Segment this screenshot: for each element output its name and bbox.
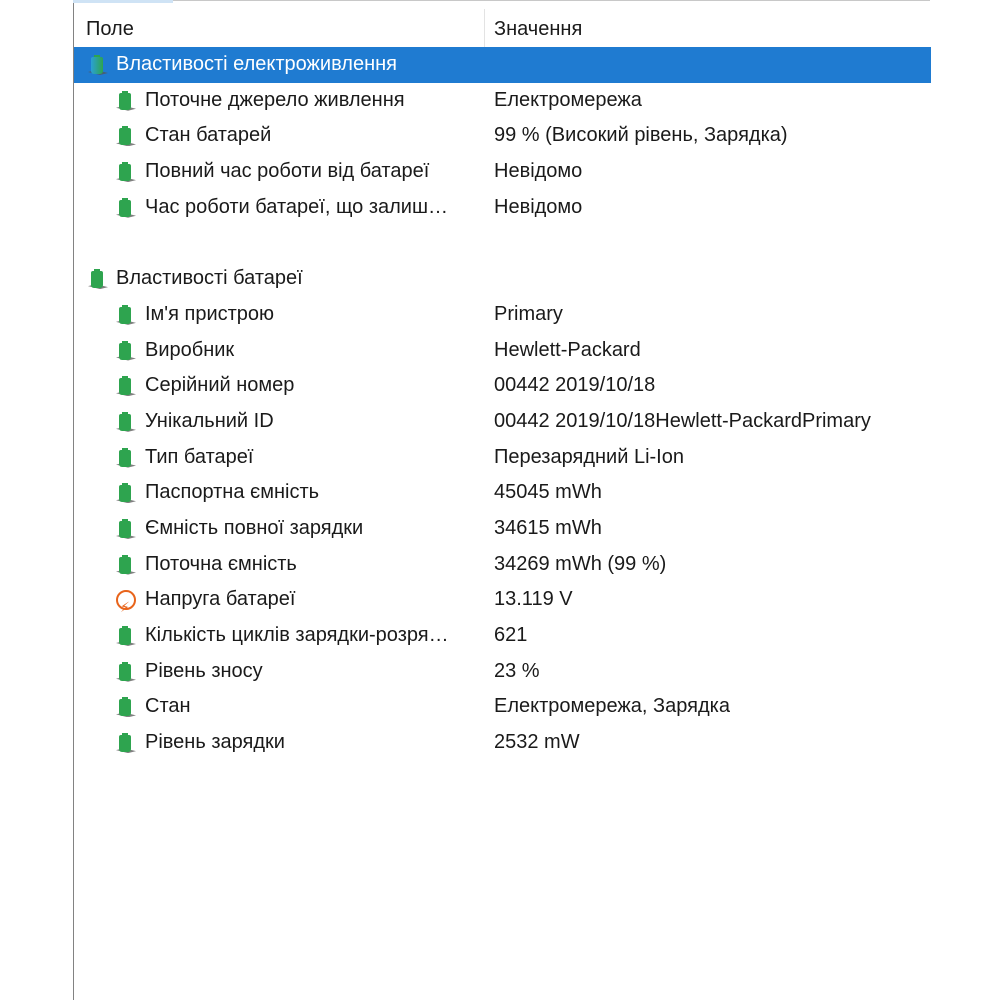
property-value: 23 %: [494, 659, 540, 682]
property-value: Невідомо: [494, 195, 583, 218]
property-value: 00442 2019/10/18: [494, 374, 656, 397]
property-value: 99 % (Високий рівень, Зарядка): [494, 124, 788, 147]
property-label: Повний час роботи від батареї: [145, 160, 430, 183]
group-row[interactable]: Властивості електроживлення: [74, 47, 931, 83]
property-row[interactable]: Повний час роботи від батареї Невідомо: [74, 154, 931, 190]
battery-icon: [116, 483, 136, 505]
property-label: Рівень зарядки: [145, 731, 285, 754]
property-row[interactable]: Рівень зносу 23 %: [74, 654, 931, 690]
battery-icon: [116, 697, 136, 719]
property-label: Ємність повної зарядки: [145, 516, 364, 539]
property-label: Час роботи батареї, що залиш…: [145, 195, 449, 218]
properties-list-view[interactable]: Поле Значення Властивості електроживленн…: [73, 3, 931, 1000]
property-row[interactable]: Унікальний ID 00442 2019/10/18Hewlett-Pac…: [74, 404, 931, 440]
property-row[interactable]: Серійний номер 00442 2019/10/18: [74, 368, 931, 404]
property-row[interactable]: Стан батарей 99 % (Високий рівень, Зарядк…: [74, 118, 931, 154]
battery-icon: [88, 55, 108, 77]
property-label: Ім'я пристрою: [145, 302, 275, 325]
property-row[interactable]: Стан Електромережа, Зарядка: [74, 689, 931, 725]
property-rows: Властивості електроживлення Поточне джере…: [74, 47, 931, 761]
property-value: 34615 mWh: [494, 516, 602, 539]
property-label: Стан батарей: [145, 124, 272, 147]
property-label: Поточна ємність: [145, 552, 297, 575]
property-row[interactable]: Час роботи батареї, що залиш… Невідомо: [74, 190, 931, 226]
property-label: Тип батареї: [145, 445, 254, 468]
battery-icon: [116, 447, 136, 470]
property-row[interactable]: Кількість циклів зарядки-розря… 621: [74, 618, 931, 654]
property-row[interactable]: Виробник Hewlett-Packard: [74, 333, 931, 369]
property-value: 621: [494, 624, 528, 646]
property-value: Перезарядний Li-Ion: [494, 445, 684, 468]
property-label: Напруга батареї: [145, 588, 296, 611]
property-row[interactable]: Напруга батареї 13.119 V: [74, 582, 931, 626]
property-label: Серійний номер: [145, 374, 295, 397]
property-value: Електромережа: [494, 88, 642, 111]
property-value: 34269 mWh (99 %): [494, 552, 667, 575]
property-value: Hewlett-Packard: [494, 338, 641, 361]
battery-icon: [88, 269, 108, 291]
property-row[interactable]: Ім'я пристрою Primary: [74, 297, 931, 333]
battery-icon: [116, 376, 136, 398]
list-header: Поле Значення: [74, 9, 931, 49]
property-label: Кількість циклів зарядки-розря…: [145, 624, 449, 646]
property-row[interactable]: Рівень зарядки 2532 mW: [74, 725, 931, 761]
property-label: Рівень зносу: [145, 659, 263, 682]
group-row[interactable]: Властивості батареї: [74, 261, 931, 297]
property-value: 00442 2019/10/18Hewlett-PackardPrimary: [494, 409, 871, 432]
battery-icon: [116, 162, 136, 184]
property-value: Primary: [494, 302, 563, 325]
battery-icon: [116, 411, 136, 434]
battery-icon: [116, 340, 136, 363]
property-value: Невідомо: [494, 160, 583, 183]
battery-icon: [116, 554, 136, 577]
battery-icon: [116, 661, 136, 684]
property-row[interactable]: Поточне джерело живлення Електромережа: [74, 83, 931, 119]
property-value: Електромережа, Зарядка: [494, 695, 730, 718]
property-row[interactable]: Тип батареї Перезарядний Li-Ion: [74, 440, 931, 476]
top-rule: [173, 0, 930, 1]
battery-icon: [116, 518, 136, 541]
battery-icon: [116, 304, 136, 327]
column-header-value[interactable]: Значення: [494, 9, 924, 49]
property-label: Унікальний ID: [145, 409, 274, 432]
property-label: Виробник: [145, 338, 235, 361]
property-label: Стан: [145, 695, 191, 718]
column-divider[interactable]: [484, 9, 485, 49]
group-title: Властивості електроживлення: [116, 47, 397, 83]
battery-icon: [116, 90, 136, 113]
property-label: Поточне джерело живлення: [145, 88, 405, 111]
property-value: 13.119 V: [494, 588, 573, 611]
battery-icon: [116, 733, 136, 755]
battery-icon: [116, 197, 136, 220]
property-value: 45045 mWh: [494, 481, 602, 504]
group-title: Властивості батареї: [116, 267, 303, 290]
voltage-icon: [116, 590, 136, 626]
property-row[interactable]: Ємність повної зарядки 34615 mWh: [74, 511, 931, 547]
battery-icon: [116, 626, 136, 648]
column-header-field[interactable]: Поле: [86, 9, 481, 49]
property-label: Паспортна ємність: [145, 481, 320, 504]
property-row[interactable]: Поточна ємність 34269 mWh (99 %): [74, 547, 931, 583]
battery-icon: [116, 126, 136, 148]
property-value: 2532 mW: [494, 731, 580, 754]
property-row[interactable]: Паспортна ємність 45045 mWh: [74, 475, 931, 511]
